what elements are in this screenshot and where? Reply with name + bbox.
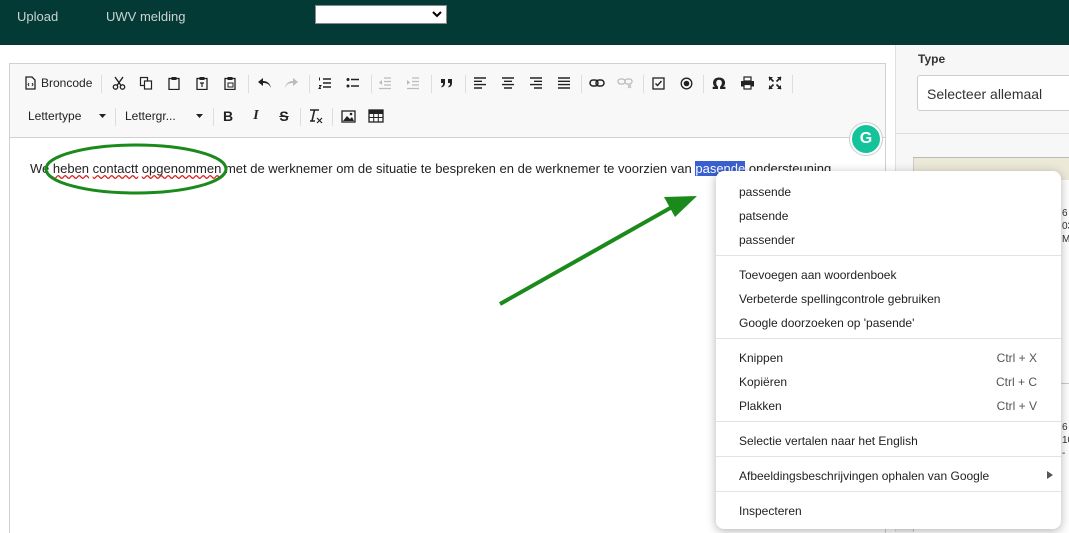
menu-item-copy[interactable]: Kopiëren [739,375,787,389]
menu-item-google-search[interactable]: Google doorzoeken op 'pasende' [739,316,914,330]
submenu-arrow-icon [1047,471,1053,479]
menu-item-enhanced-spellcheck[interactable]: Verbeterde spellingcontrole gebruiken [739,292,940,306]
menu-divider [716,491,1061,492]
copy-shortcut: Ctrl + C [995,375,1037,389]
menu-item-suggestion[interactable]: patsende [739,209,788,223]
cut-shortcut: Ctrl + X [996,351,1037,365]
annotation-arrow-line [499,205,673,306]
menu-item-suggestion[interactable]: passende [739,185,791,199]
menu-divider [716,456,1061,457]
menu-divider [716,338,1061,339]
menu-item-add-to-dictionary[interactable]: Toevoegen aan woordenboek [739,268,896,282]
context-menu: passende patsende passender Toevoegen aa… [716,171,1061,529]
menu-divider [716,255,1061,256]
menu-item-suggestion[interactable]: passender [739,233,795,247]
menu-item-translate[interactable]: Selectie vertalen naar het English [739,434,918,448]
paste-shortcut: Ctrl + V [996,399,1037,413]
menu-item-image-descriptions[interactable]: Afbeeldingsbeschrijvingen ophalen van Go… [739,469,989,483]
menu-item-paste[interactable]: Plakken [739,399,782,413]
menu-item-cut[interactable]: Knippen [739,351,783,365]
annotation-ellipse [44,143,228,195]
menu-divider [716,421,1061,422]
menu-item-inspect[interactable]: Inspecteren [739,504,802,518]
